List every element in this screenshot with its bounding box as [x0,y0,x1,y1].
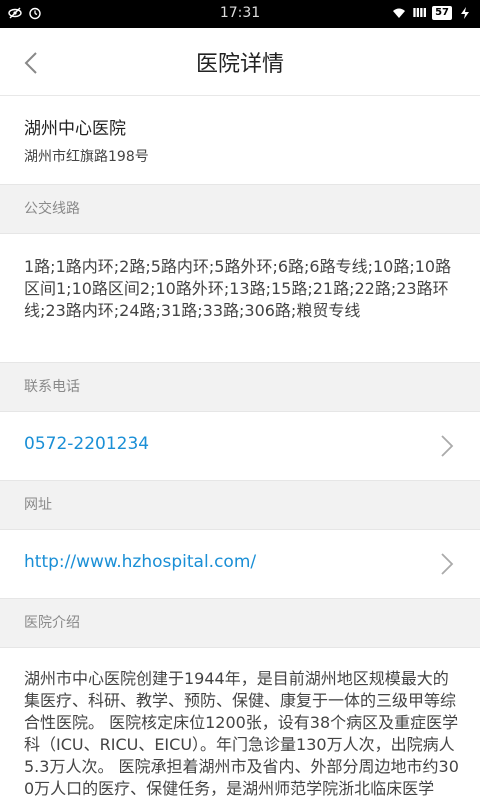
phone-number-link[interactable]: 0572-2201234 [24,434,149,454]
battery-level: 57 [432,6,452,20]
page-title: 医院详情 [195,52,284,77]
hospital-address: 湖州市红旗路198号 [24,149,149,165]
section-header-bus: 公交线路 [0,184,480,234]
website-link[interactable]: http://www.hzhospital.com/ [24,552,256,572]
chevron-right-icon [441,553,454,575]
chevron-right-icon [441,435,454,457]
nav-bar: 医院详情 [0,28,480,96]
wifi-icon [393,8,406,18]
hospital-name: 湖州中心医院 [24,119,126,139]
hospital-intro-text: 湖州市中心医院创建于1944年，是目前湖州地区规模最大的集医疗、科研、教学、预防… [24,669,459,798]
section-header-intro: 医院介绍 [0,598,480,648]
bus-routes-text: 1路;1路内环;2路;5路内环;5路外环;6路;6路专线;10路;10路区间1;… [24,257,452,320]
status-bar: 17:31 IIII 57 [0,0,480,28]
signal-strength: IIII [412,6,427,20]
charging-icon [461,7,469,19]
status-right-icons: IIII 57 [392,6,472,20]
section-header-phone: 联系电话 [0,362,480,412]
website-row[interactable]: http://www.hzhospital.com/ [0,530,480,598]
hospital-summary: 湖州中心医院 湖州市红旗路198号 [0,96,480,184]
phone-row[interactable]: 0572-2201234 [0,412,480,480]
section-header-website: 网址 [0,480,480,530]
